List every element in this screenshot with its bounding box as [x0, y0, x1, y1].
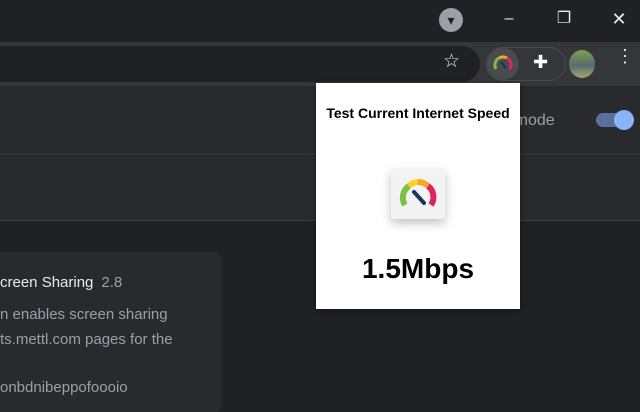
description-line: ts.mettl.com pages for the [0, 331, 173, 348]
speed-test-popup: Test Current Internet Speed 1.5Mbps [316, 83, 520, 309]
restore-button[interactable]: ❐ [549, 6, 579, 32]
extension-id: onbdnibeppofoooio [0, 379, 128, 396]
toggle-knob [614, 110, 634, 130]
toolbar: ☆ ✚ ⋮ [0, 42, 640, 86]
extension-name: creen Sharing [0, 274, 94, 291]
extension-description: n enables screen sharing ts.mettl.com pa… [0, 302, 173, 352]
extension-version: 2.8 [101, 274, 123, 291]
speedometer-icon[interactable] [391, 169, 445, 219]
extension-card: creen Sharing 2.8 n enables screen sharin… [0, 252, 222, 412]
description-line: n enables screen sharing [0, 306, 168, 323]
bookmark-star-icon[interactable]: ☆ [443, 50, 460, 73]
popup-title: Test Current Internet Speed [326, 105, 510, 121]
speedometer-icon [493, 55, 513, 70]
close-button[interactable]: ✕ [604, 6, 634, 32]
profile-avatar[interactable] [569, 50, 595, 78]
address-bar[interactable] [0, 46, 480, 82]
speed-value: 1.5Mbps [361, 253, 475, 284]
extensions-puzzle-icon[interactable]: ✚ [533, 52, 548, 73]
profile-dropdown-icon[interactable]: ▾ [439, 8, 463, 32]
developer-mode-toggle[interactable] [596, 110, 634, 130]
speed-test-extension-button[interactable] [487, 48, 519, 80]
title-bar: ▾ – ❐ ✕ [0, 0, 640, 42]
minimize-button[interactable]: – [494, 6, 524, 32]
chrome-menu-icon[interactable]: ⋮ [616, 47, 634, 65]
